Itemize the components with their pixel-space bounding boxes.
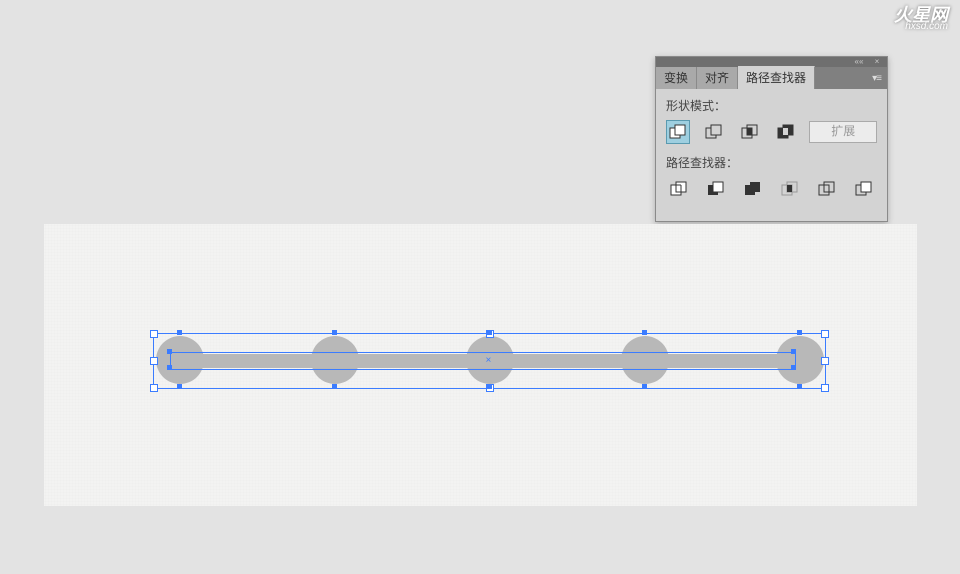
anchor-point[interactable]: [167, 349, 172, 354]
divide-icon: [670, 181, 688, 197]
shape-modes-row: 扩展: [666, 120, 877, 144]
exclude-icon: [777, 124, 795, 140]
anchor-point[interactable]: [791, 365, 796, 370]
circle-shape[interactable]: [311, 336, 359, 384]
close-icon[interactable]: ×: [871, 59, 883, 65]
expand-button[interactable]: 扩展: [809, 121, 877, 143]
anchor-point[interactable]: [332, 384, 337, 389]
tab-transform[interactable]: 变换: [656, 67, 697, 89]
intersect-button[interactable]: [738, 120, 762, 144]
circle-shape[interactable]: [156, 336, 204, 384]
circle-shape[interactable]: [776, 336, 824, 384]
tab-align[interactable]: 对齐: [697, 67, 738, 89]
merge-button[interactable]: [740, 177, 765, 201]
merge-icon: [744, 181, 762, 197]
artboard[interactable]: ×: [44, 224, 917, 506]
pathfinders-row: [666, 177, 877, 201]
panel-body: 形状模式： 扩展 路径查找器：: [656, 89, 887, 221]
outline-button[interactable]: [815, 177, 840, 201]
unite-icon: [669, 124, 687, 140]
anchor-point[interactable]: [797, 330, 802, 335]
divide-button[interactable]: [666, 177, 691, 201]
panel-tabs: 变换 对齐 路径查找器 ▾≡: [656, 67, 887, 89]
selection-handle[interactable]: [821, 330, 829, 338]
pathfinder-panel: «« × 变换 对齐 路径查找器 ▾≡ 形状模式： 扩展 路径查找器：: [655, 56, 888, 222]
shape-modes-label: 形状模式：: [666, 97, 877, 114]
anchor-point[interactable]: [487, 384, 492, 389]
circle-shape[interactable]: [621, 336, 669, 384]
exclude-button[interactable]: [774, 120, 798, 144]
minimize-icon[interactable]: ««: [853, 59, 865, 65]
panel-menu-icon[interactable]: ▾≡: [872, 73, 881, 84]
anchor-point[interactable]: [177, 384, 182, 389]
anchor-point[interactable]: [177, 330, 182, 335]
intersect-icon: [741, 124, 759, 140]
tab-spacer: ▾≡: [815, 67, 887, 89]
anchor-point[interactable]: [642, 384, 647, 389]
selection-handle[interactable]: [821, 384, 829, 392]
minus-back-button[interactable]: [852, 177, 877, 201]
circle-shape[interactable]: [466, 336, 514, 384]
tab-pathfinder[interactable]: 路径查找器: [738, 66, 815, 89]
outline-icon: [818, 181, 836, 197]
anchor-point[interactable]: [791, 349, 796, 354]
anchor-point[interactable]: [487, 330, 492, 335]
minus-back-icon: [855, 181, 873, 197]
minus-front-icon: [705, 124, 723, 140]
crop-icon: [781, 181, 799, 197]
unite-button[interactable]: [666, 120, 690, 144]
minus-front-button[interactable]: [702, 120, 726, 144]
crop-button[interactable]: [778, 177, 803, 201]
selection-handle[interactable]: [150, 384, 158, 392]
anchor-point[interactable]: [642, 330, 647, 335]
anchor-point[interactable]: [167, 365, 172, 370]
anchor-point[interactable]: [797, 384, 802, 389]
selection-handle[interactable]: [150, 330, 158, 338]
trim-button[interactable]: [703, 177, 728, 201]
anchor-point[interactable]: [332, 330, 337, 335]
pathfinders-label: 路径查找器：: [666, 154, 877, 171]
watermark: 火星网 hxsd.com: [894, 6, 948, 32]
trim-icon: [707, 181, 725, 197]
